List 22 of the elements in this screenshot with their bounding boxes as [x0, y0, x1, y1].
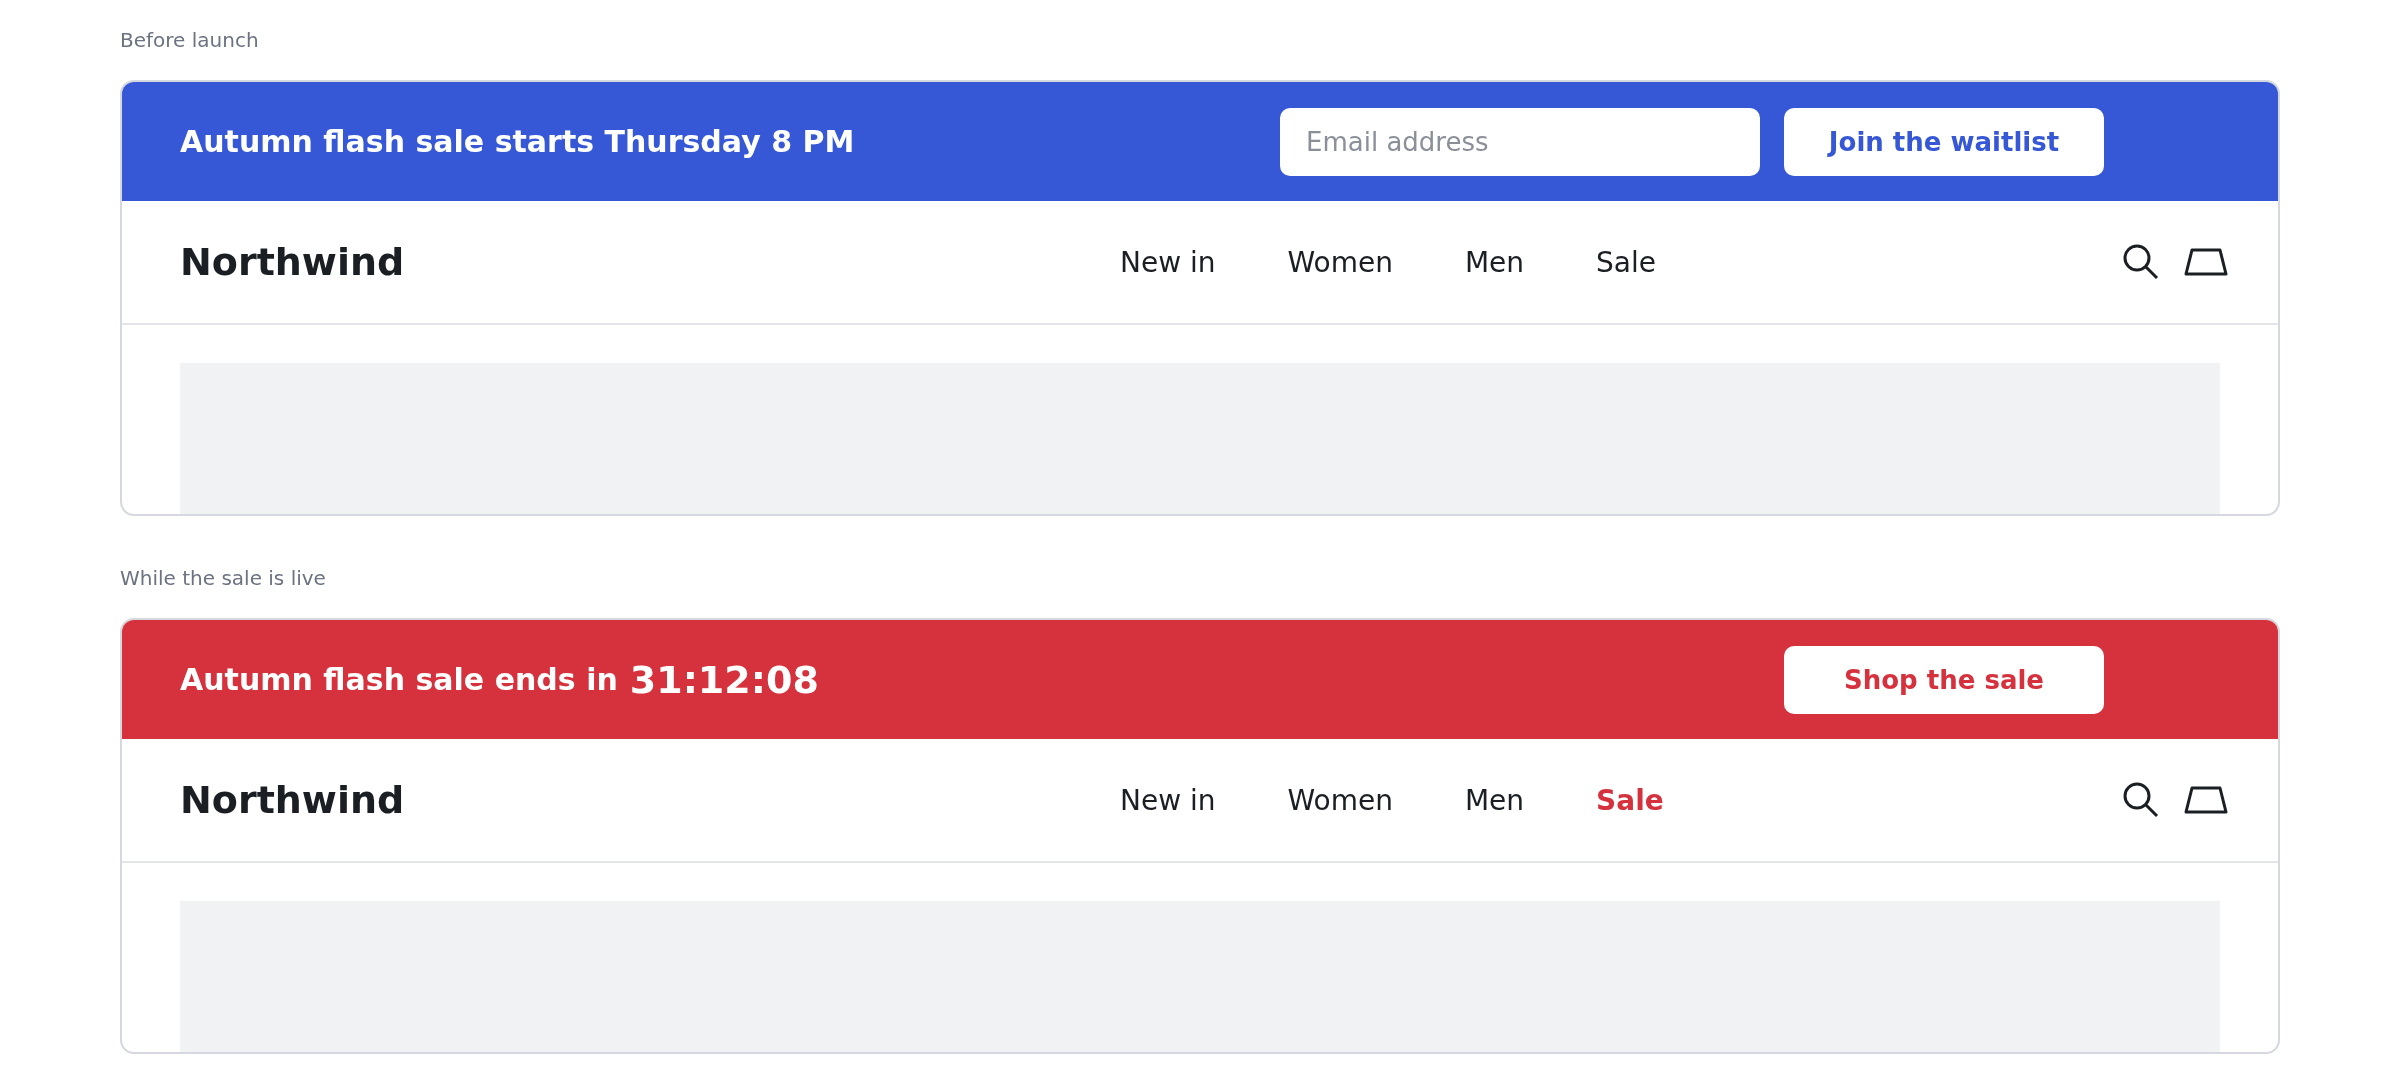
search-icon[interactable] — [2122, 243, 2160, 281]
email-field[interactable]: Email address — [1280, 107, 1760, 176]
search-icon[interactable] — [2122, 781, 2160, 819]
banner-text: Autumn flash sale starts Thursday 8 PM — [180, 124, 855, 159]
countdown-timer: 31:12:08 — [629, 657, 819, 702]
logo[interactable]: Northwind — [180, 240, 1120, 284]
logo[interactable]: Northwind — [180, 778, 1120, 822]
bag-icon[interactable] — [2184, 248, 2228, 276]
nav-link[interactable]: New in — [1120, 783, 1216, 817]
nav-link[interactable]: Men — [1464, 245, 1525, 279]
banner-text: Autumn flash sale ends in — [180, 662, 618, 697]
nav-link[interactable]: Men — [1464, 783, 1525, 817]
nav-link[interactable]: Women — [1287, 783, 1393, 817]
shop-button[interactable]: Shop the sale — [1784, 645, 2104, 714]
nav-link[interactable]: Sale — [1596, 245, 1656, 279]
bag-icon[interactable] — [2184, 786, 2228, 814]
nav-link[interactable]: Women — [1287, 245, 1393, 279]
waitlist-button[interactable]: Join the waitlist — [1784, 107, 2104, 176]
nav-link[interactable]: New in — [1120, 245, 1216, 279]
section-caption: Before launch — [120, 27, 260, 54]
section-caption: While the sale is live — [120, 565, 327, 592]
nav-link[interactable]: Sale — [1596, 783, 1664, 817]
